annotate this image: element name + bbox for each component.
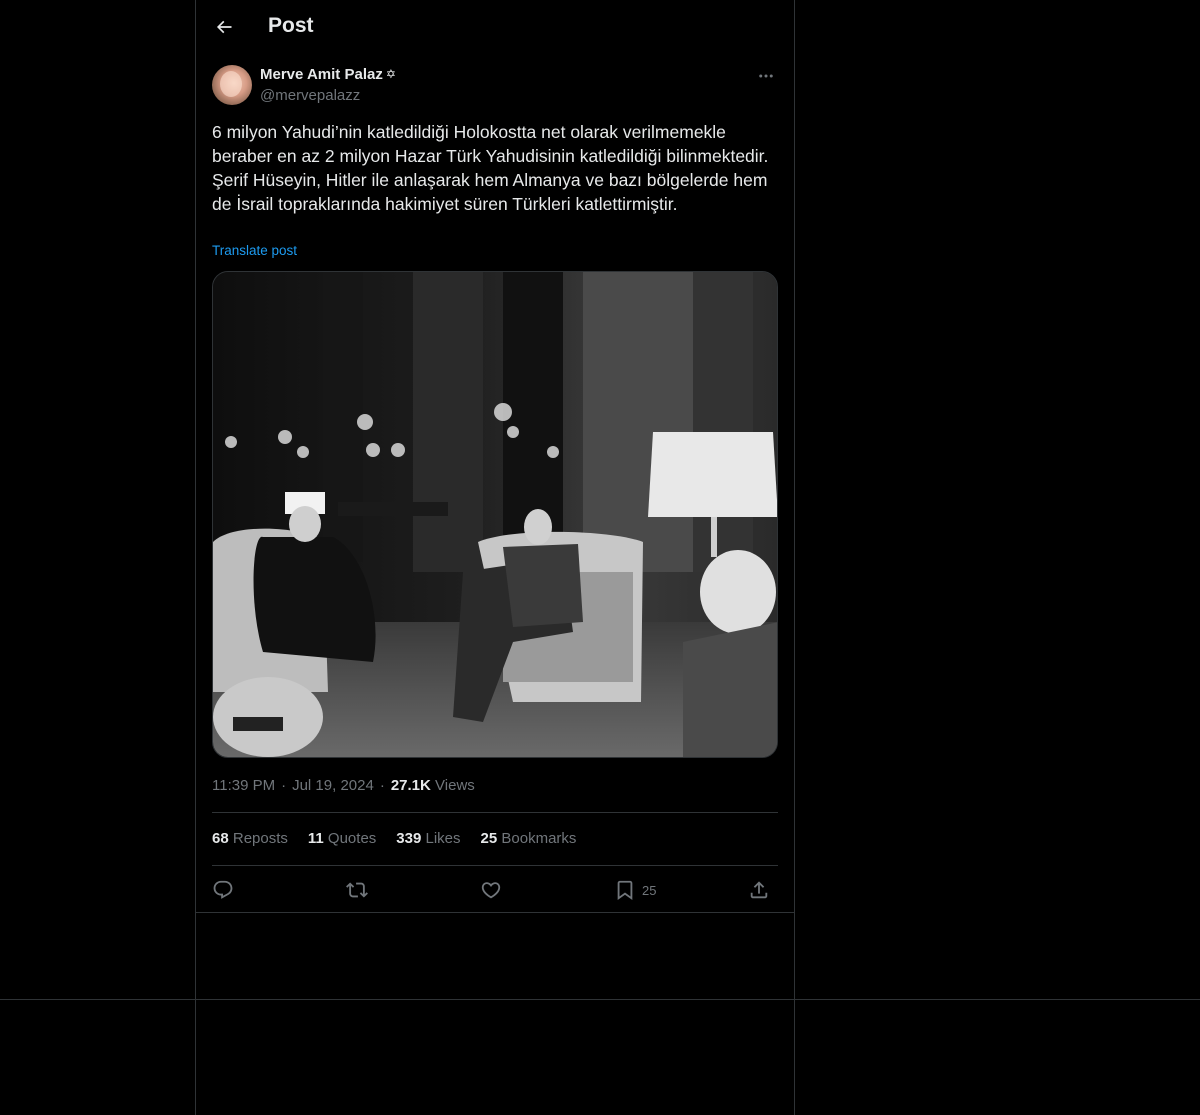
main-column: Post Merve Amit Palaz ✡ @mervepalazz 6 mi… [195,0,795,1115]
divider [212,812,778,813]
reply-icon [213,880,233,899]
views-label: Views [435,777,475,794]
post-author: Merve Amit Palaz ✡ @mervepalazz [212,64,778,106]
arrow-left-icon [216,20,232,34]
author-handle[interactable]: @mervepalazz [260,87,360,104]
post-meta: 11:39 PM · Jul 19, 2024 · 27.1K Views [212,777,475,794]
bookmark-icon [617,880,633,901]
post-image[interactable] [212,271,778,758]
more-horizontal-icon [759,74,773,78]
action-bar: 25 [212,866,778,914]
reply-button[interactable] [212,878,234,902]
post-date[interactable]: Jul 19, 2024 [292,777,374,794]
quotes-stat[interactable]: 11 Quotes [308,830,376,847]
header: Post [196,0,794,54]
post-text: 6 milyon Yahudi’nin katledildiği Holokos… [212,122,769,214]
bookmark-button[interactable]: 25 [614,878,656,902]
reposts-stat[interactable]: 68 Reposts [212,830,288,847]
like-button[interactable] [480,878,502,902]
post-time[interactable]: 11:39 PM [212,777,275,794]
post-stats: 68 Reposts 11 Quotes 339 Likes 25 Bookma… [212,830,576,847]
share-icon [750,881,768,899]
divider [196,912,794,913]
views-count: 27.1K [390,777,431,794]
avatar[interactable] [212,65,252,105]
likes-stat[interactable]: 339 Likes [396,830,460,847]
share-button[interactable] [748,878,770,902]
bookmarks-stat[interactable]: 25 Bookmarks [481,830,577,847]
author-name-text: Merve Amit Palaz [260,66,383,83]
star-of-david-icon: ✡ [385,67,396,81]
photo-illustration [213,272,777,757]
heart-icon [481,882,501,899]
more-button[interactable] [754,64,778,88]
back-button[interactable] [208,11,240,43]
bookmark-count: 25 [642,882,657,898]
page-title: Post [268,14,314,37]
repost-icon [346,882,368,898]
translate-post-link[interactable]: Translate post [212,243,297,258]
author-name[interactable]: Merve Amit Palaz ✡ [260,66,396,83]
repost-button[interactable] [346,878,368,902]
